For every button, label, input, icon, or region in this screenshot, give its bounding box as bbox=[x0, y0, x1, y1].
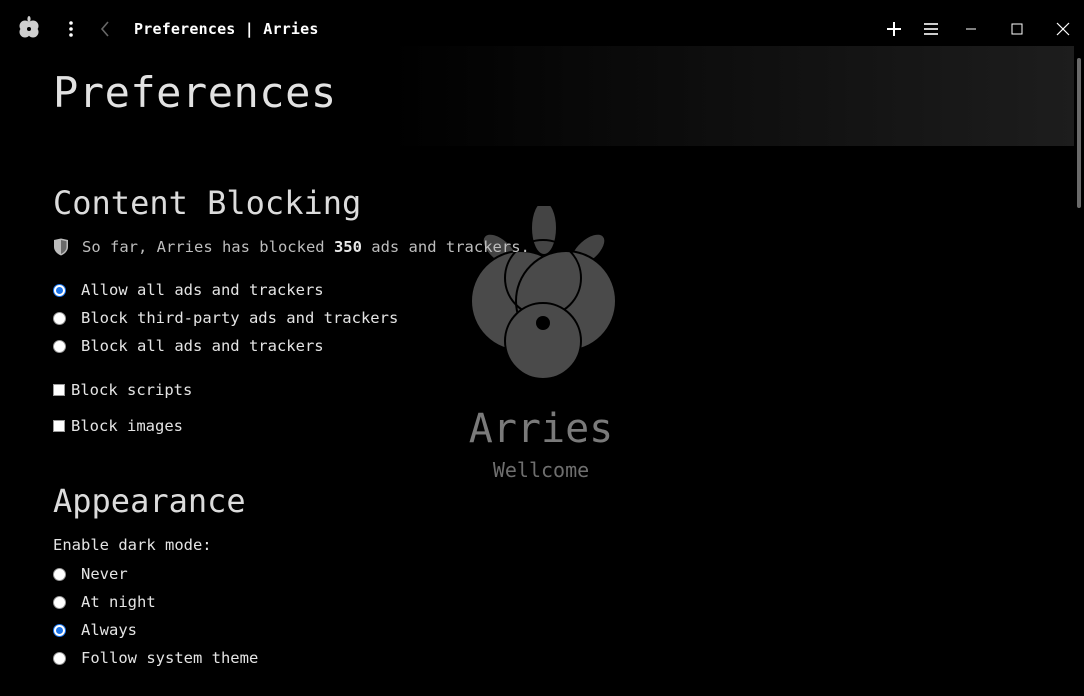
checkbox[interactable] bbox=[53, 420, 65, 432]
radio-button[interactable] bbox=[53, 311, 66, 325]
radio-label: Block third-party ads and trackers bbox=[81, 309, 399, 327]
app-logo-icon[interactable] bbox=[14, 14, 44, 44]
page-header: Preferences bbox=[0, 46, 1074, 146]
checkbox-label: Block scripts bbox=[71, 381, 193, 399]
hamburger-menu-icon[interactable] bbox=[917, 14, 945, 44]
watermark-title: Arries bbox=[468, 406, 614, 452]
back-icon[interactable] bbox=[94, 14, 116, 44]
blocked-stat: So far, Arries has blocked 350 ads and t… bbox=[53, 236, 530, 258]
shield-icon bbox=[54, 238, 68, 256]
kebab-menu-icon[interactable] bbox=[58, 14, 84, 44]
checkbox-label: Block images bbox=[71, 417, 183, 435]
radio-dark-at-night[interactable]: At night bbox=[53, 591, 156, 613]
close-icon[interactable] bbox=[1048, 14, 1078, 44]
radio-block-all[interactable]: Block all ads and trackers bbox=[53, 335, 324, 357]
radio-label: Allow all ads and trackers bbox=[81, 281, 324, 299]
radio-button[interactable] bbox=[53, 651, 66, 665]
scrollbar[interactable] bbox=[1074, 46, 1084, 696]
radio-button[interactable] bbox=[53, 283, 66, 297]
content-blocking-heading: Content Blocking bbox=[53, 184, 362, 222]
radio-block-third-party[interactable]: Block third-party ads and trackers bbox=[53, 307, 398, 329]
radio-button[interactable] bbox=[53, 595, 66, 609]
radio-label: Never bbox=[81, 565, 128, 583]
checkbox-block-scripts[interactable]: Block scripts bbox=[53, 379, 192, 401]
radio-label: Always bbox=[81, 621, 137, 639]
scrollbar-thumb[interactable] bbox=[1077, 58, 1081, 208]
radio-label: Block all ads and trackers bbox=[81, 337, 324, 355]
blocked-count: 350 bbox=[333, 238, 362, 256]
blocked-stat-suffix: ads and trackers. bbox=[371, 238, 530, 256]
checkbox-block-images[interactable]: Block images bbox=[53, 415, 183, 437]
radio-label: Follow system theme bbox=[81, 649, 259, 667]
plus-icon[interactable] bbox=[880, 14, 908, 44]
preferences-page: Preferences Arries Wellcome Content Bloc… bbox=[0, 46, 1074, 696]
watermark-subtitle: Wellcome bbox=[492, 458, 590, 482]
radio-button[interactable] bbox=[53, 339, 66, 353]
tab-title: Preferences | Arries bbox=[134, 20, 319, 38]
checkbox[interactable] bbox=[53, 384, 65, 396]
maximize-icon[interactable] bbox=[1002, 14, 1032, 44]
radio-button[interactable] bbox=[53, 623, 66, 637]
blocked-stat-prefix: So far, Arries has blocked bbox=[82, 238, 325, 256]
radio-dark-never[interactable]: Never bbox=[53, 563, 128, 585]
radio-label: At night bbox=[81, 593, 156, 611]
dark-mode-label: Enable dark mode: bbox=[53, 536, 212, 554]
minimize-icon[interactable] bbox=[956, 14, 986, 44]
appearance-heading: Appearance bbox=[53, 482, 246, 520]
radio-dark-follow-system[interactable]: Follow system theme bbox=[53, 647, 258, 669]
radio-button[interactable] bbox=[53, 567, 66, 581]
page-title: Preferences bbox=[53, 68, 337, 117]
radio-allow-all[interactable]: Allow all ads and trackers bbox=[53, 279, 324, 301]
radio-dark-always[interactable]: Always bbox=[53, 619, 137, 641]
